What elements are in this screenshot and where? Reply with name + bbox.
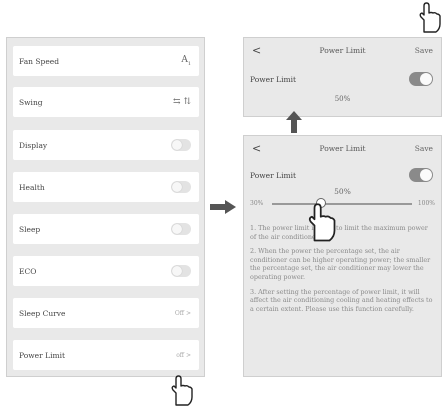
sleep-label: Sleep: [19, 224, 41, 234]
bottom-title: Power Limit: [319, 143, 366, 153]
power-limit-value: off >: [176, 351, 191, 359]
power-slider-track[interactable]: [272, 203, 412, 205]
hand-pointer-save-icon: [419, 2, 441, 33]
note-3: 3. After setting the percentage of power…: [250, 287, 433, 313]
settings-screen: Fan Speed A1 Swing ⇆ ⇅ Display Health Sl…: [6, 37, 205, 377]
health-toggle[interactable]: [171, 181, 191, 193]
fan-speed-label: Fan Speed: [19, 56, 59, 66]
top-power-limit-toggle[interactable]: [409, 72, 433, 86]
sleep-curve-label: Sleep Curve: [19, 308, 66, 318]
power-limit-label: Power Limit: [19, 350, 65, 360]
power-limit-notes: 1. The power limit is used to limit the …: [250, 224, 433, 319]
fan-speed-row[interactable]: Fan Speed A1: [13, 46, 199, 76]
power-limit-screen-bottom: < Power Limit Save Power Limit 50% 30% 1…: [243, 135, 442, 377]
bottom-power-limit-toggle[interactable]: [409, 168, 433, 182]
power-limit-row[interactable]: Power Limit off >: [13, 340, 199, 370]
slider-min-label: 30%: [250, 200, 264, 207]
sleep-curve-value: Off >: [174, 309, 191, 317]
sleep-row[interactable]: Sleep: [13, 214, 199, 244]
bottom-save-button[interactable]: Save: [415, 144, 433, 153]
note-2: 2. When the power the percentage set, th…: [250, 247, 431, 281]
back-icon[interactable]: <: [252, 44, 261, 57]
hand-pointer-icon: [171, 375, 193, 406]
arrow-right-icon: [210, 200, 236, 214]
top-percent: 50%: [334, 95, 351, 103]
health-label: Health: [19, 182, 45, 192]
display-label: Display: [19, 140, 48, 150]
top-power-limit-label: Power Limit: [250, 74, 296, 84]
eco-toggle[interactable]: [171, 265, 191, 277]
hand-pointer-slider-icon: [308, 203, 336, 242]
sleep-curve-row[interactable]: Sleep Curve Off >: [13, 298, 199, 328]
display-row[interactable]: Display: [13, 130, 199, 160]
top-header: < Power Limit Save: [244, 38, 441, 62]
slider-max-label: 100%: [417, 200, 435, 207]
fan-speed-icon[interactable]: A1: [181, 55, 191, 67]
note-1: 1. The power limit is used to limit the …: [250, 224, 428, 241]
health-row[interactable]: Health: [13, 172, 199, 202]
bottom-percent: 50%: [334, 187, 351, 196]
arrow-up-icon: [286, 111, 302, 133]
top-save-button[interactable]: Save: [415, 46, 433, 55]
eco-row[interactable]: ECO: [13, 256, 199, 286]
eco-label: ECO: [19, 266, 37, 276]
top-power-limit-row: Power Limit: [244, 66, 441, 92]
top-title: Power Limit: [319, 45, 366, 55]
display-toggle[interactable]: [171, 139, 191, 151]
bottom-power-limit-label: Power Limit: [250, 170, 296, 180]
bottom-power-limit-row: Power Limit: [244, 162, 441, 188]
power-limit-screen-top: < Power Limit Save Power Limit 50%: [243, 37, 442, 117]
sleep-toggle[interactable]: [171, 223, 191, 235]
swing-icon[interactable]: ⇆ ⇅: [173, 97, 191, 107]
swing-row[interactable]: Swing ⇆ ⇅: [13, 87, 199, 117]
swing-label: Swing: [19, 97, 43, 107]
bottom-header: < Power Limit Save: [244, 136, 441, 160]
bottom-back-icon[interactable]: <: [252, 142, 261, 155]
